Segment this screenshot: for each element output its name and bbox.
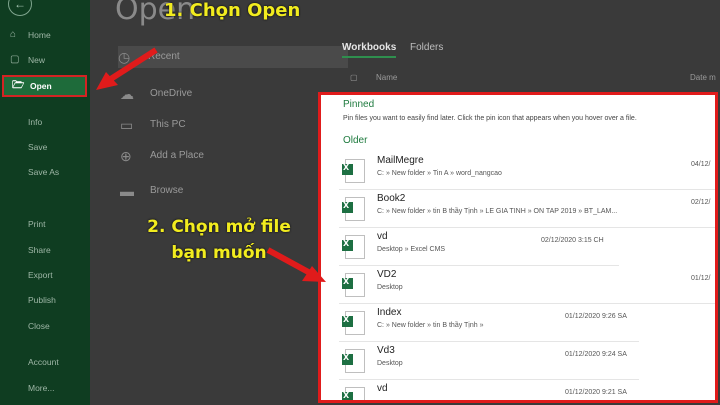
file-name: Book2 [377, 193, 406, 204]
location-label: Browse [150, 185, 184, 196]
file-name: vd [377, 383, 388, 394]
arrow-to-open-icon [96, 47, 158, 90]
pinned-section-title: Pinned [343, 99, 375, 110]
backstage-sidebar: ← ⌂ Home ▢ New 🗁 Open Info Save Save As … [0, 0, 90, 405]
sidebar-item-label: Share [28, 245, 51, 255]
computer-icon: ▭ [120, 117, 134, 133]
file-date: 01/12/2020 9:24 SA [565, 351, 627, 358]
sidebar-item-open[interactable]: 🗁 Open [2, 75, 87, 97]
sidebar-item-label: Print [28, 219, 46, 229]
excel-file-icon: X [342, 235, 365, 259]
list-item[interactable]: X vd Desktop » Excel CMS 02/12/2020 3:15… [339, 227, 619, 266]
list-item[interactable]: X vd 01/12/2020 9:21 SA [339, 379, 639, 400]
file-name: Index [377, 307, 402, 318]
folder-icon: ▬ [120, 183, 134, 199]
sidebar-item-label: Info [28, 117, 43, 127]
back-arrow-icon[interactable]: ← [8, 0, 32, 16]
folder-open-icon: 🗁 [12, 80, 25, 91]
file-name: MailMegre [377, 155, 424, 166]
list-item[interactable]: X VD2 Desktop 01/12/ [339, 265, 715, 304]
file-path: C: » New folder » tin B thầy Tịnh » [377, 322, 484, 329]
excel-file-icon: X [342, 349, 365, 373]
sidebar-item-label: Publish [28, 295, 56, 305]
sidebar-item-label: New [28, 55, 46, 65]
sidebar-item-more[interactable]: More... [0, 377, 90, 399]
excel-file-icon: X [342, 273, 365, 297]
file-path: Desktop » Excel CMS [377, 246, 446, 253]
pinned-hint: Pin files you want to easily find later.… [343, 115, 637, 122]
arrow-to-file-list-icon [266, 247, 326, 282]
excel-file-icon: X [342, 159, 365, 183]
tab-workbooks[interactable]: Workbooks [342, 42, 397, 58]
sidebar-item-export[interactable]: Export [0, 264, 90, 286]
tab-folders[interactable]: Folders [410, 42, 443, 53]
sidebar-item-save-as[interactable]: Save As [0, 161, 90, 183]
excel-file-icon: X [342, 197, 365, 221]
file-date: 01/12/2020 9:26 SA [565, 313, 627, 320]
file-name: Vd3 [377, 345, 395, 356]
sidebar-item-new[interactable]: ▢ New [0, 49, 90, 71]
sidebar-item-save[interactable]: Save [0, 136, 90, 158]
sidebar-item-account[interactable]: Account [0, 351, 90, 373]
older-section-title: Older [343, 135, 368, 146]
sidebar-item-label: Home [28, 30, 51, 40]
file-name: VD2 [377, 269, 397, 280]
file-date: 01/12/2020 9:21 SA [565, 389, 627, 396]
location-label: This PC [150, 119, 186, 130]
file-type-icon-header: ▢ [350, 73, 358, 82]
sidebar-item-publish[interactable]: Publish [0, 289, 90, 311]
file-path: C: » New folder » tin B thầy Tịnh » LE G… [377, 208, 618, 215]
home-icon: ⌂ [10, 29, 17, 40]
list-item[interactable]: X Vd3 Desktop 01/12/2020 9:24 SA [339, 341, 639, 380]
location-browse[interactable]: ▬ Browse [120, 180, 183, 202]
callout-step-1: 1. Chọn Open [164, 0, 301, 21]
file-date: 01/12/ [691, 275, 711, 282]
sidebar-item-label: Account [28, 357, 59, 367]
list-item[interactable]: X Book2 C: » New folder » tin B thầy Tịn… [339, 189, 715, 228]
sidebar-item-info[interactable]: Info [0, 111, 90, 133]
sidebar-item-share[interactable]: Share [0, 239, 90, 261]
file-name: vd [377, 231, 388, 242]
sidebar-item-label: Save As [28, 167, 60, 177]
excel-file-icon: X [342, 311, 365, 335]
sidebar-item-label: Export [28, 270, 53, 280]
sidebar-item-home[interactable]: ⌂ Home [0, 24, 90, 46]
location-add-place[interactable]: ⊕ Add a Place [120, 145, 204, 167]
new-file-icon: ▢ [10, 54, 20, 65]
file-date: 02/12/ [691, 199, 711, 206]
sidebar-item-label: Open [30, 81, 52, 91]
sidebar-item-close[interactable]: Close [0, 315, 90, 337]
recent-files-panel: Pinned Pin files you want to easily find… [318, 92, 718, 403]
file-path: C: » New folder » Tin A » word_nangcao [377, 170, 502, 177]
sidebar-item-print[interactable]: Print [0, 213, 90, 235]
location-label: Add a Place [150, 150, 204, 161]
location-this-pc[interactable]: ▭ This PC [120, 114, 186, 136]
file-path: Desktop [377, 284, 403, 291]
file-date: 02/12/2020 3:15 CH [541, 237, 604, 244]
globe-icon: ⊕ [120, 148, 132, 164]
sidebar-item-label: Save [28, 142, 48, 152]
sidebar-item-label: Close [28, 321, 50, 331]
file-path: Desktop [377, 360, 403, 367]
list-item[interactable]: X MailMegre C: » New folder » Tin A » wo… [339, 151, 715, 190]
excel-file-icon: X [342, 387, 365, 400]
column-header-date[interactable]: Date m [690, 73, 716, 82]
column-header-name[interactable]: Name [376, 73, 397, 82]
file-date: 04/12/ [691, 161, 711, 168]
sidebar-item-label: More... [28, 383, 55, 393]
list-item[interactable]: X Index C: » New folder » tin B thầy Tịn… [339, 303, 639, 342]
